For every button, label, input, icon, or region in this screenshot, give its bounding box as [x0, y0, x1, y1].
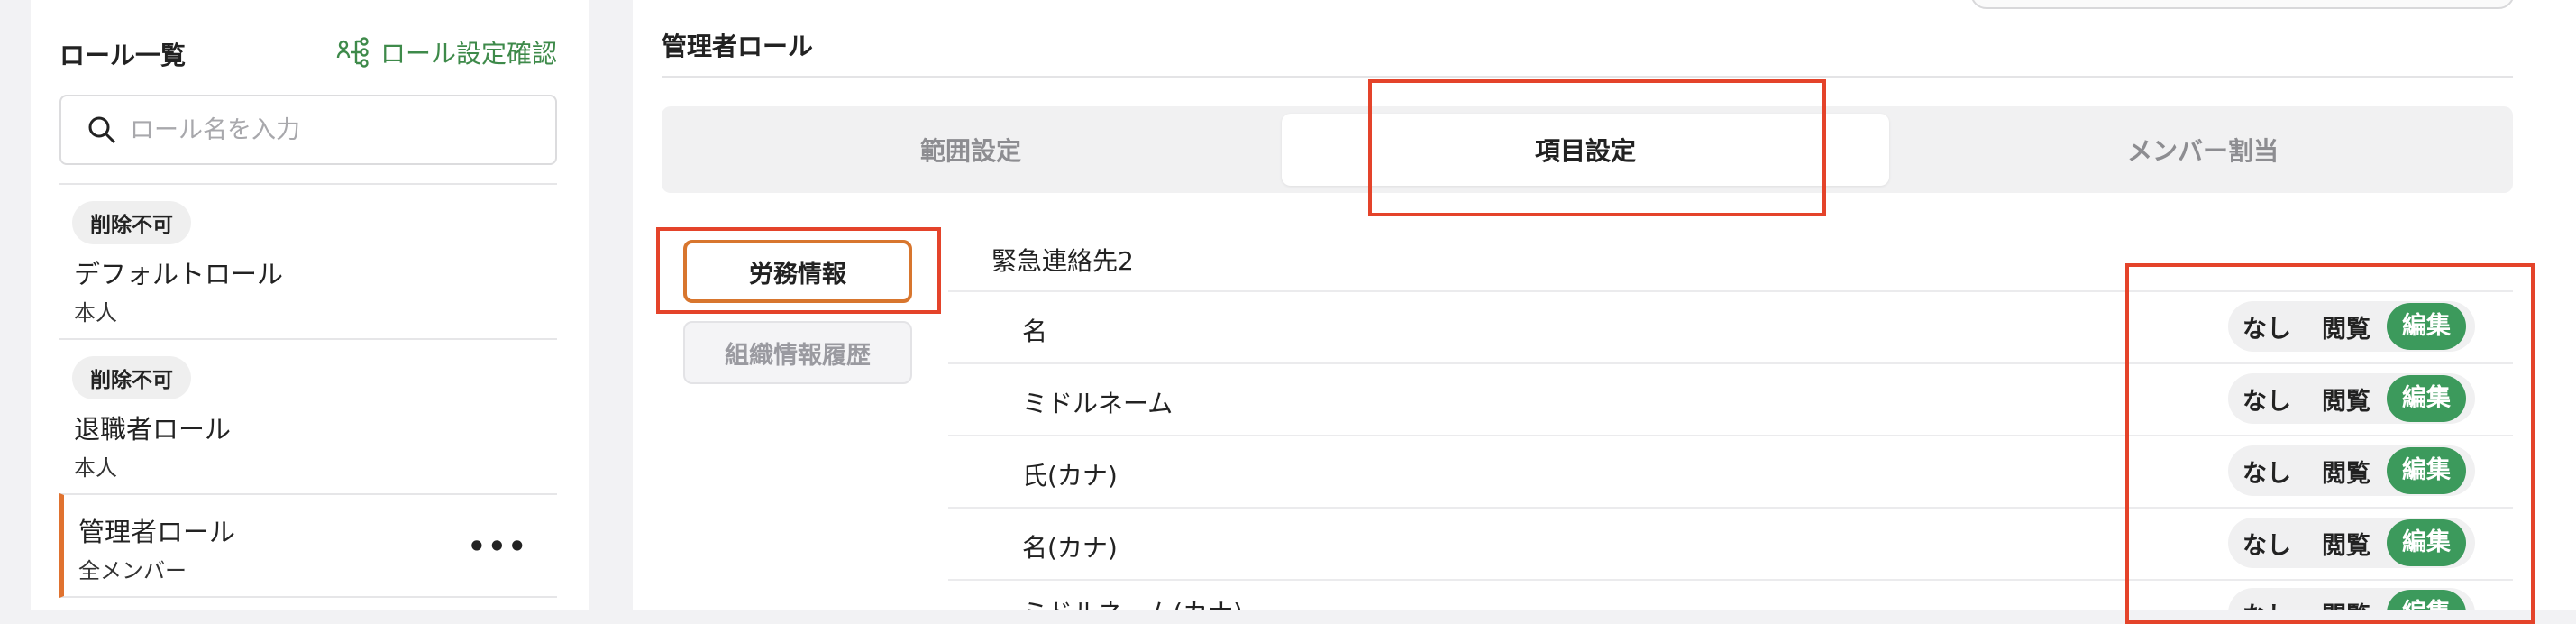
field-row: 名(カナ) なし 閲覧 編集: [948, 507, 2513, 579]
option-edit[interactable]: 編集: [2387, 303, 2466, 350]
role-scope: 本人: [74, 300, 117, 326]
tab-member-assignment[interactable]: メンバー割当: [1900, 114, 2506, 186]
role-list-panel: ロール一覧 ロール設定確認 削除不可 デフォルトロール 本人 削除不可 退職者ロ…: [31, 0, 589, 610]
tab-field-settings[interactable]: 項目設定: [1282, 114, 1889, 186]
category-labor-info-button[interactable]: 労務情報: [683, 240, 912, 303]
role-name: デフォルトロール: [74, 259, 284, 289]
option-view[interactable]: 閲覧: [2306, 596, 2387, 610]
field-row: 氏(カナ) なし 閲覧 編集: [948, 435, 2513, 507]
option-edit[interactable]: 編集: [2387, 590, 2466, 610]
permission-selector: なし 閲覧 編集: [2228, 301, 2475, 352]
category-org-history-button[interactable]: 組織情報履歴: [683, 321, 912, 384]
title-divider: [662, 76, 2513, 78]
page-title: 管理者ロール: [662, 32, 814, 61]
role-scope: 本人: [74, 455, 117, 481]
role-search-input[interactable]: [128, 115, 528, 145]
field-row: 名 なし 閲覧 編集: [948, 290, 2513, 362]
top-right-control: [1970, 0, 2515, 9]
role-item-admin[interactable]: 管理者ロール 全メンバー •••: [59, 493, 557, 598]
field-row: ミドルネーム なし 閲覧 編集: [948, 362, 2513, 435]
hierarchy-icon: [336, 37, 369, 68]
field-label: 氏(カナ): [1022, 461, 1118, 491]
role-scope: 全メンバー: [78, 558, 187, 583]
option-view[interactable]: 閲覧: [2306, 454, 2387, 489]
role-list-title: ロール一覧: [59, 41, 187, 70]
search-icon: [88, 116, 116, 144]
option-edit[interactable]: 編集: [2387, 447, 2466, 494]
undeletable-badge: 削除不可: [72, 356, 191, 399]
more-options-icon[interactable]: •••: [468, 529, 528, 564]
option-view[interactable]: 閲覧: [2306, 381, 2387, 417]
role-item-default[interactable]: 削除不可 デフォルトロール 本人: [59, 183, 557, 338]
field-row: ミドルネーム(カナ) なし 閲覧 編集: [948, 579, 2513, 610]
undeletable-badge: 削除不可: [72, 201, 191, 244]
option-edit[interactable]: 編集: [2387, 375, 2466, 422]
tab-scope-settings[interactable]: 範囲設定: [669, 114, 1273, 186]
permission-selector: なし 閲覧 編集: [2228, 445, 2475, 496]
settings-tabs: 範囲設定 項目設定 メンバー割当: [662, 106, 2513, 193]
option-edit[interactable]: 編集: [2387, 519, 2466, 566]
role-search-box[interactable]: [59, 95, 557, 165]
option-none[interactable]: なし: [2228, 454, 2306, 489]
field-label: 名: [1022, 317, 1048, 346]
field-label: 名(カナ): [1022, 533, 1118, 563]
role-name: 管理者ロール: [78, 517, 236, 547]
permission-selector: なし 閲覧 編集: [2228, 518, 2475, 568]
role-settings-link[interactable]: ロール設定確認: [335, 34, 557, 70]
option-none[interactable]: なし: [2228, 381, 2306, 417]
role-detail-panel: 管理者ロール 範囲設定 項目設定 メンバー割当 労務情報 組織情報履歴 緊急連絡…: [633, 0, 2576, 624]
section-title: 緊急連絡先2: [991, 246, 1134, 276]
option-view[interactable]: 閲覧: [2306, 309, 2387, 344]
role-item-retired[interactable]: 削除不可 退職者ロール 本人: [59, 338, 557, 493]
role-name: 退職者ロール: [74, 414, 232, 445]
role-settings-link-label[interactable]: ロール設定確認: [380, 34, 557, 70]
option-none[interactable]: なし: [2228, 596, 2306, 610]
option-none[interactable]: なし: [2228, 526, 2306, 561]
permission-selector: なし 閲覧 編集: [2228, 588, 2475, 610]
option-view[interactable]: 閲覧: [2306, 526, 2387, 561]
permission-selector: なし 閲覧 編集: [2228, 373, 2475, 424]
field-label: ミドルネーム: [1022, 389, 1174, 418]
option-none[interactable]: なし: [2228, 309, 2306, 344]
field-label: ミドルネーム(カナ): [1022, 593, 1243, 610]
